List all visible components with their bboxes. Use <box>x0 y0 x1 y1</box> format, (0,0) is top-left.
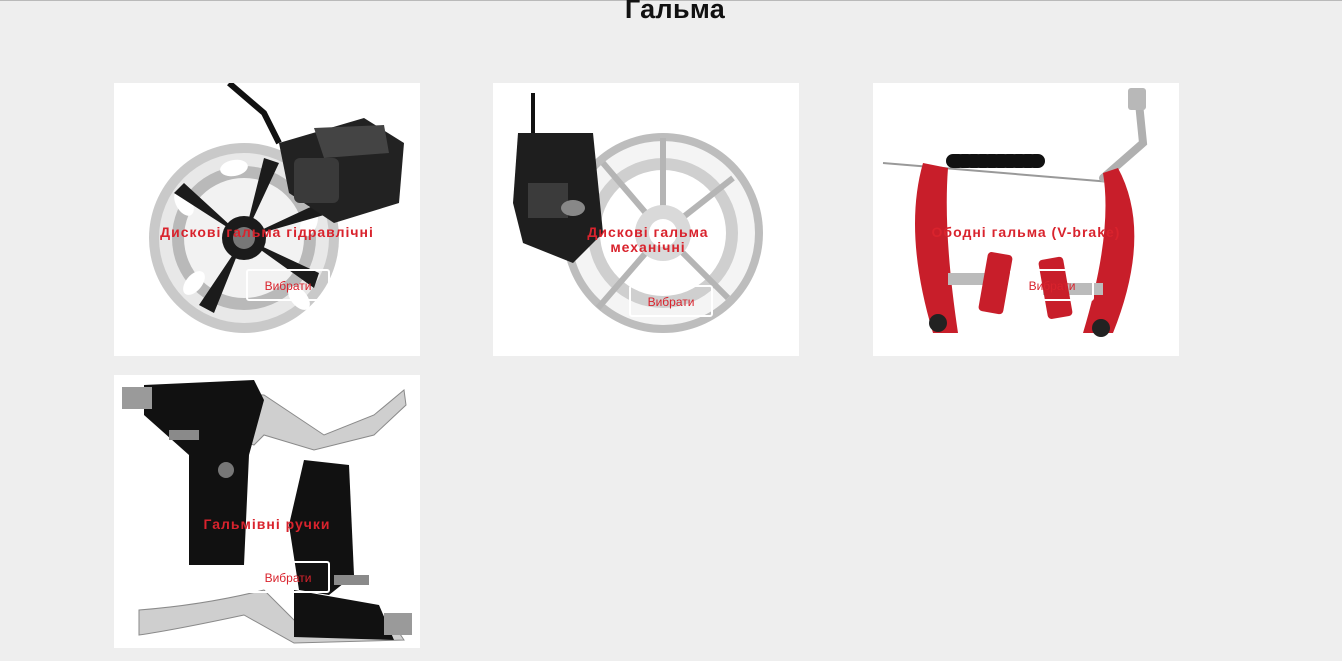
category-card-mechanical-disc[interactable]: Дискові гальма механічні Вибрати <box>493 83 799 356</box>
choose-button[interactable]: Вибрати <box>629 285 713 317</box>
card-title: Дискові гальма механічні <box>587 224 709 255</box>
card-title: Ободні гальма (V-brake) <box>931 224 1121 240</box>
v-brake-image <box>882 88 1148 337</box>
category-card-hydraulic-disc[interactable]: Дискові гальма гідравлічні Вибрати <box>114 83 420 356</box>
category-card-v-brake[interactable]: Ободні гальма (V-brake) Вибрати <box>873 83 1179 356</box>
choose-button[interactable]: Вибрати <box>246 269 330 301</box>
page-title: Гальма <box>624 0 726 24</box>
choose-button[interactable]: Вибрати <box>1010 269 1094 301</box>
choose-button[interactable]: Вибрати <box>246 561 330 593</box>
card-title: Дискові гальма гідравлічні <box>160 224 374 240</box>
brake-levers-image <box>122 380 412 644</box>
hydraulic-disc-brake-image <box>149 83 404 333</box>
card-title: Гальмівні ручки <box>203 516 331 532</box>
category-card-brake-levers[interactable]: Гальмівні ручки Вибрати <box>114 375 420 648</box>
